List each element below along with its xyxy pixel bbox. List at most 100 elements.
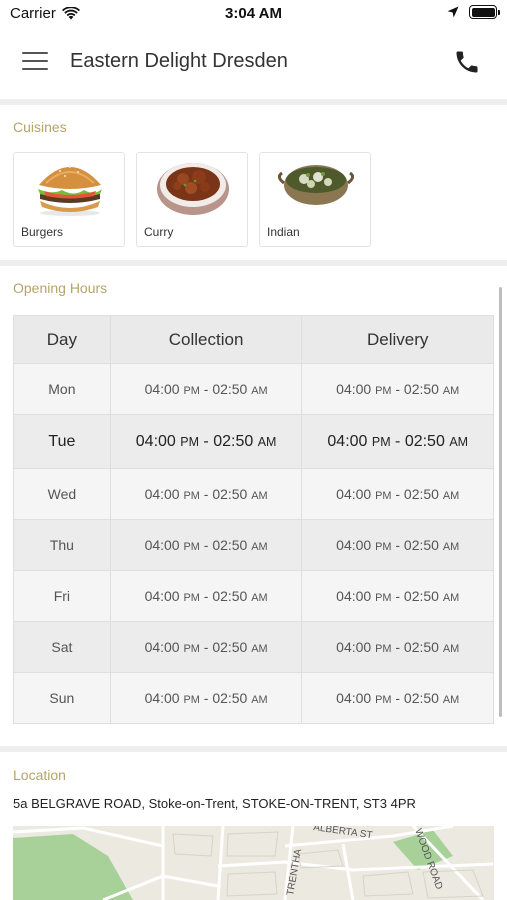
scrollbar[interactable] — [499, 287, 502, 717]
time-period: PM — [183, 643, 200, 655]
divider — [0, 260, 507, 266]
day-cell: Tue — [13, 414, 111, 469]
time-period: PM — [375, 385, 392, 397]
day-cell: Thu — [13, 519, 111, 571]
time-value: 02:50 — [212, 690, 248, 706]
time-value: 02:50 — [212, 381, 248, 397]
phone-call-button[interactable] — [453, 48, 481, 76]
time-period: AM — [449, 434, 469, 449]
day-cell: Sun — [13, 672, 111, 724]
time-value: 02:50 — [403, 588, 439, 604]
collection-hours-cell: 04:00 PM - 02:50 AM — [109, 621, 303, 673]
time-period: AM — [442, 490, 460, 502]
burger-image — [38, 166, 102, 216]
status-right — [447, 5, 500, 19]
collection-hours-cell: 04:00 PM - 02:50 AM — [109, 468, 303, 520]
time-value: 04:00 — [336, 486, 372, 502]
collection-hours-cell: 04:00 PM - 02:50 AM — [109, 414, 303, 469]
time-period: PM — [180, 434, 199, 449]
delivery-hours-cell: 04:00 PM - 02:50 AM — [301, 363, 494, 415]
collection-hours-cell: 04:00 PM - 02:50 AM — [109, 672, 303, 724]
delivery-hours-cell: 04:00 PM - 02:50 AM — [301, 468, 494, 520]
time-period: PM — [375, 541, 392, 553]
time-period: PM — [183, 385, 200, 397]
time-value: 04:00 — [336, 537, 372, 553]
time-value: 02:50 — [403, 486, 439, 502]
time-period: AM — [442, 541, 460, 553]
collection-hours-cell: 04:00 PM - 02:50 AM — [109, 519, 303, 571]
delivery-hours-cell: 04:00 PM - 02:50 AM — [301, 672, 494, 724]
time-period: AM — [251, 694, 268, 706]
time-period: PM — [375, 694, 392, 706]
table-row: Fri 04:00 PM - 02:50 AM 04:00 PM - 02:50 A… — [13, 570, 494, 622]
hamburger-menu-icon[interactable] — [22, 52, 48, 74]
time-value: 02:50 — [404, 432, 445, 450]
delivery-hours-cell: 04:00 PM - 02:50 AM — [301, 519, 494, 571]
collection-hours-cell: 04:00 PM - 02:50 AM — [109, 363, 303, 415]
time-period: PM — [375, 490, 392, 502]
time-value: 02:50 — [212, 639, 248, 655]
location-arrow-icon — [447, 6, 459, 18]
cuisine-card-indian[interactable]: Indian — [259, 152, 371, 247]
cuisine-label: Burgers — [21, 225, 64, 239]
column-header-delivery: Delivery — [301, 315, 494, 364]
cuisine-list: Burgers Curry Indian — [13, 152, 371, 247]
time-period: AM — [251, 490, 268, 502]
phone-icon — [456, 51, 478, 73]
opening-hours-table: Day Collection Delivery Mon 04:00 PM - 02… — [13, 315, 494, 724]
day-cell: Wed — [13, 468, 111, 520]
address-text: 5a BELGRAVE ROAD, Stoke-on-Trent, STOKE-… — [13, 796, 416, 811]
time-period: PM — [183, 541, 200, 553]
time-value: 02:50 — [403, 537, 439, 553]
time-period: PM — [371, 434, 391, 449]
cuisine-card-curry[interactable]: Curry — [136, 152, 248, 247]
time-value: 02:50 — [212, 486, 248, 502]
column-header-day: Day — [13, 315, 111, 364]
indian-dish-image — [278, 165, 354, 205]
time-period: AM — [442, 592, 460, 604]
time-value: 04:00 — [336, 381, 372, 397]
time-value: 02:50 — [403, 639, 439, 655]
table-row: Tue 04:00 PM - 02:50 AM 04:00 PM - 02:50 A… — [13, 414, 494, 469]
opening-hours-heading: Opening Hours — [13, 280, 108, 296]
time-period: AM — [251, 541, 268, 553]
delivery-hours-cell: 04:00 PM - 02:50 AM — [301, 414, 494, 469]
time-value: 04:00 — [135, 432, 176, 450]
time-value: 04:00 — [144, 639, 180, 655]
time-period: PM — [183, 490, 200, 502]
table-header-row: Day Collection Delivery — [13, 315, 494, 364]
time-value: 04:00 — [336, 639, 372, 655]
table-row: Wed 04:00 PM - 02:50 AM 04:00 PM - 02:50 A… — [13, 468, 494, 520]
day-cell: Sat — [13, 621, 111, 673]
cuisine-label: Indian — [267, 225, 300, 239]
app-header: Eastern Delight Dresden — [0, 28, 507, 98]
cuisine-label: Curry — [144, 225, 174, 239]
time-period: PM — [375, 592, 392, 604]
divider — [0, 746, 507, 752]
time-period: AM — [251, 643, 268, 655]
delivery-hours-cell: 04:00 PM - 02:50 AM — [301, 621, 494, 673]
table-row: Sat 04:00 PM - 02:50 AM 04:00 PM - 02:50 A… — [13, 621, 494, 673]
cuisines-heading: Cuisines — [13, 119, 67, 135]
curry-image — [157, 163, 229, 215]
time-value: 02:50 — [213, 432, 254, 450]
time-period: PM — [183, 592, 200, 604]
table-row: Sun 04:00 PM - 02:50 AM 04:00 PM - 02:50 A… — [13, 672, 494, 724]
collection-hours-cell: 04:00 PM - 02:50 AM — [109, 570, 303, 622]
page-title: Eastern Delight Dresden — [70, 50, 288, 72]
battery-icon — [469, 5, 500, 19]
time-value: 02:50 — [212, 588, 248, 604]
time-period: PM — [183, 694, 200, 706]
location-map[interactable]: TRENTHA ALBERTA ST WOOD ROAD — [13, 826, 494, 900]
day-cell: Fri — [13, 570, 111, 622]
location-heading: Location — [13, 767, 66, 783]
time-period: AM — [251, 385, 268, 397]
day-cell: Mon — [13, 363, 111, 415]
time-value: 04:00 — [144, 588, 180, 604]
cuisine-card-burgers[interactable]: Burgers — [13, 152, 125, 247]
status-time: 3:04 AM — [225, 5, 282, 22]
time-value: 02:50 — [403, 381, 439, 397]
time-value: 04:00 — [336, 690, 372, 706]
time-value: 04:00 — [144, 486, 180, 502]
time-period: AM — [257, 434, 277, 449]
